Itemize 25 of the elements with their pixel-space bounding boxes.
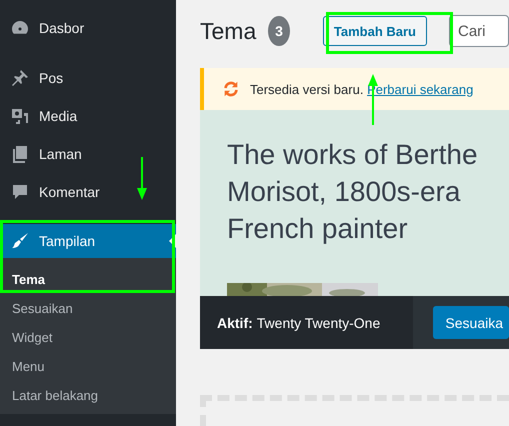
pin-icon	[10, 68, 30, 88]
pages-icon	[10, 144, 30, 164]
submenu-link[interactable]: Latar belakang	[0, 381, 176, 410]
submenu-link[interactable]: Tema	[0, 265, 176, 294]
submenu-link[interactable]: Menu	[0, 352, 176, 381]
sidebar-nav-item[interactable]: Komentar	[0, 174, 176, 210]
media-icon	[10, 106, 30, 126]
sidebar-nav-item[interactable]: Dasbor	[0, 10, 176, 46]
search-field[interactable]: Cari	[449, 15, 509, 47]
theme-count: 3	[268, 16, 290, 46]
add-new-button[interactable]: Tambah Baru	[322, 16, 427, 46]
active-theme-label: Aktif: Twenty Twenty-One	[200, 296, 414, 349]
submenu-link[interactable]: Widget	[0, 323, 176, 352]
refresh-icon	[222, 80, 240, 98]
sidebar-nav-item[interactable]: Media	[0, 98, 176, 134]
sidebar-nav-item[interactable]: Pos	[0, 60, 176, 96]
pointer-arrow	[137, 157, 147, 200]
customize-button[interactable]: Sesuaika	[433, 306, 509, 339]
comment-icon	[10, 182, 30, 202]
sidebar-nav-item[interactable]: Laman	[0, 136, 176, 172]
submenu-link[interactable]: Sesuaikan	[0, 294, 176, 323]
page-title: Tema	[200, 18, 256, 44]
brush-icon	[10, 231, 30, 251]
preview-heading: The works of Berthe Morisot, 1800s-era French painter	[227, 138, 478, 246]
sidebar-nav-item[interactable]: Tampilan	[0, 224, 176, 258]
